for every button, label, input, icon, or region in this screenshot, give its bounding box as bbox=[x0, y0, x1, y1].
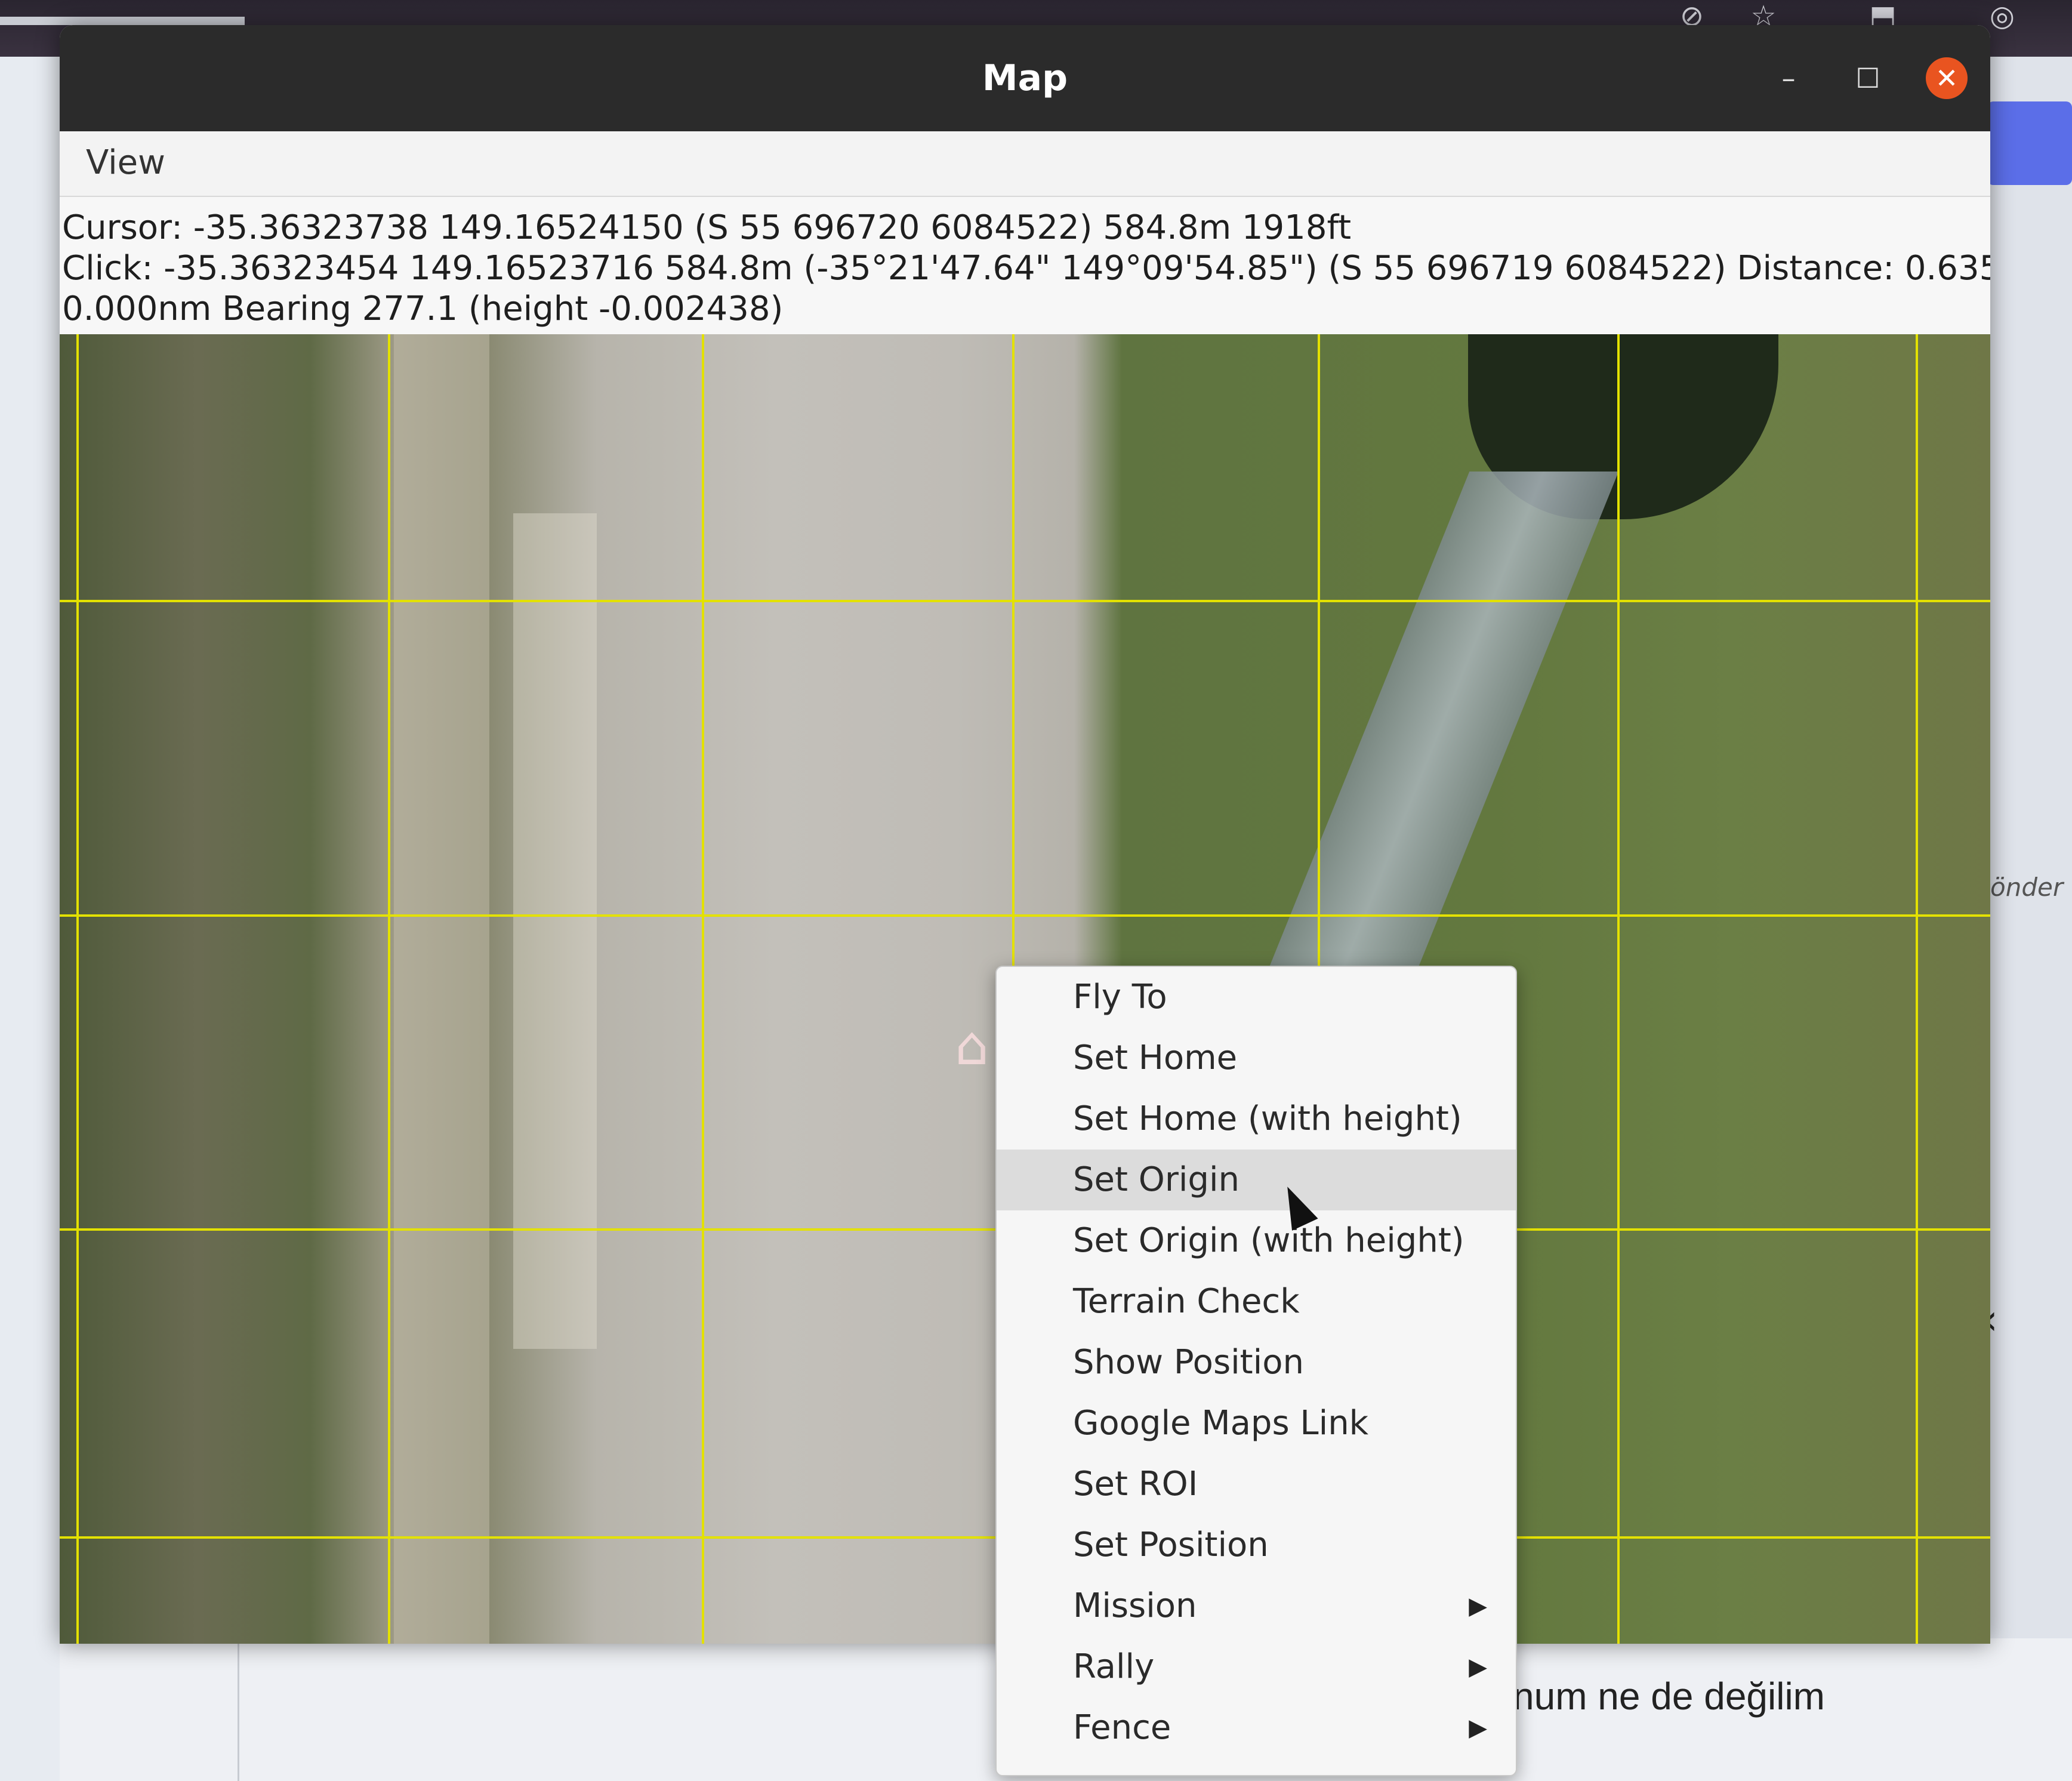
browser-tab-indicator bbox=[0, 17, 245, 25]
status-panel: Cursor: -35.36323738 149.16524150 (S 55 … bbox=[60, 197, 1990, 334]
grid-line bbox=[1617, 334, 1620, 1644]
grid-line bbox=[60, 914, 1990, 917]
maximize-button[interactable]: ☐ bbox=[1847, 57, 1889, 99]
bearing-readout: 0.000nm Bearing 277.1 (height -0.002438) bbox=[62, 289, 784, 328]
window-title: Map bbox=[982, 57, 1068, 99]
grid-line bbox=[60, 600, 1990, 602]
menu-item-set-home-height[interactable]: Set Home (with height) bbox=[997, 1089, 1516, 1150]
submenu-arrow-icon: ▶ bbox=[1469, 1592, 1487, 1620]
background-divider bbox=[238, 1638, 239, 1781]
cursor-readout: Cursor: -35.36323738 149.16524150 (S 55 … bbox=[62, 208, 1352, 247]
submenu-arrow-icon: ▶ bbox=[1469, 1653, 1487, 1681]
background-side-text: önder bbox=[1990, 873, 2064, 902]
menu-item-fence[interactable]: Fence ▶ bbox=[997, 1697, 1516, 1758]
window-titlebar[interactable]: Map – ☐ ✕ bbox=[60, 25, 1990, 131]
background-left-panel bbox=[0, 57, 60, 1781]
menu-item-set-origin-height[interactable]: Set Origin (with height) bbox=[997, 1210, 1516, 1271]
background-right-button bbox=[1987, 101, 2072, 185]
menu-item-set-home[interactable]: Set Home bbox=[997, 1028, 1516, 1089]
submenu-arrow-icon: ▶ bbox=[1469, 1714, 1487, 1742]
background-bottom-text: num ne de değilim bbox=[1513, 1675, 1825, 1718]
menu-item-set-origin[interactable]: Set Origin bbox=[997, 1150, 1516, 1210]
close-button[interactable]: ✕ bbox=[1926, 57, 1968, 99]
minimize-button[interactable]: – bbox=[1768, 57, 1809, 99]
map-texture bbox=[513, 513, 597, 1349]
menu-item-mission[interactable]: Mission ▶ bbox=[997, 1576, 1516, 1637]
grid-line bbox=[1916, 334, 1918, 1644]
grid-line bbox=[702, 334, 704, 1644]
context-menu: Fly To Set Home Set Home (with height) S… bbox=[995, 966, 1517, 1776]
grid-line bbox=[388, 334, 390, 1644]
menu-item-show-position[interactable]: Show Position bbox=[997, 1332, 1516, 1393]
map-texture bbox=[394, 334, 489, 1644]
menu-bar: View bbox=[60, 131, 1990, 197]
menu-item-google-maps-link[interactable]: Google Maps Link bbox=[997, 1393, 1516, 1454]
click-readout: Click: -35.36323454 149.16523716 584.8m … bbox=[62, 249, 1990, 288]
menu-item-set-roi[interactable]: Set ROI bbox=[997, 1454, 1516, 1515]
menu-view[interactable]: View bbox=[80, 140, 171, 186]
grid-line bbox=[76, 334, 79, 1644]
menu-item-terrain-check[interactable]: Terrain Check bbox=[997, 1271, 1516, 1332]
menu-item-set-position[interactable]: Set Position bbox=[997, 1515, 1516, 1576]
menu-item-rally[interactable]: Rally ▶ bbox=[997, 1637, 1516, 1697]
menu-item-fly-to[interactable]: Fly To bbox=[997, 967, 1516, 1028]
